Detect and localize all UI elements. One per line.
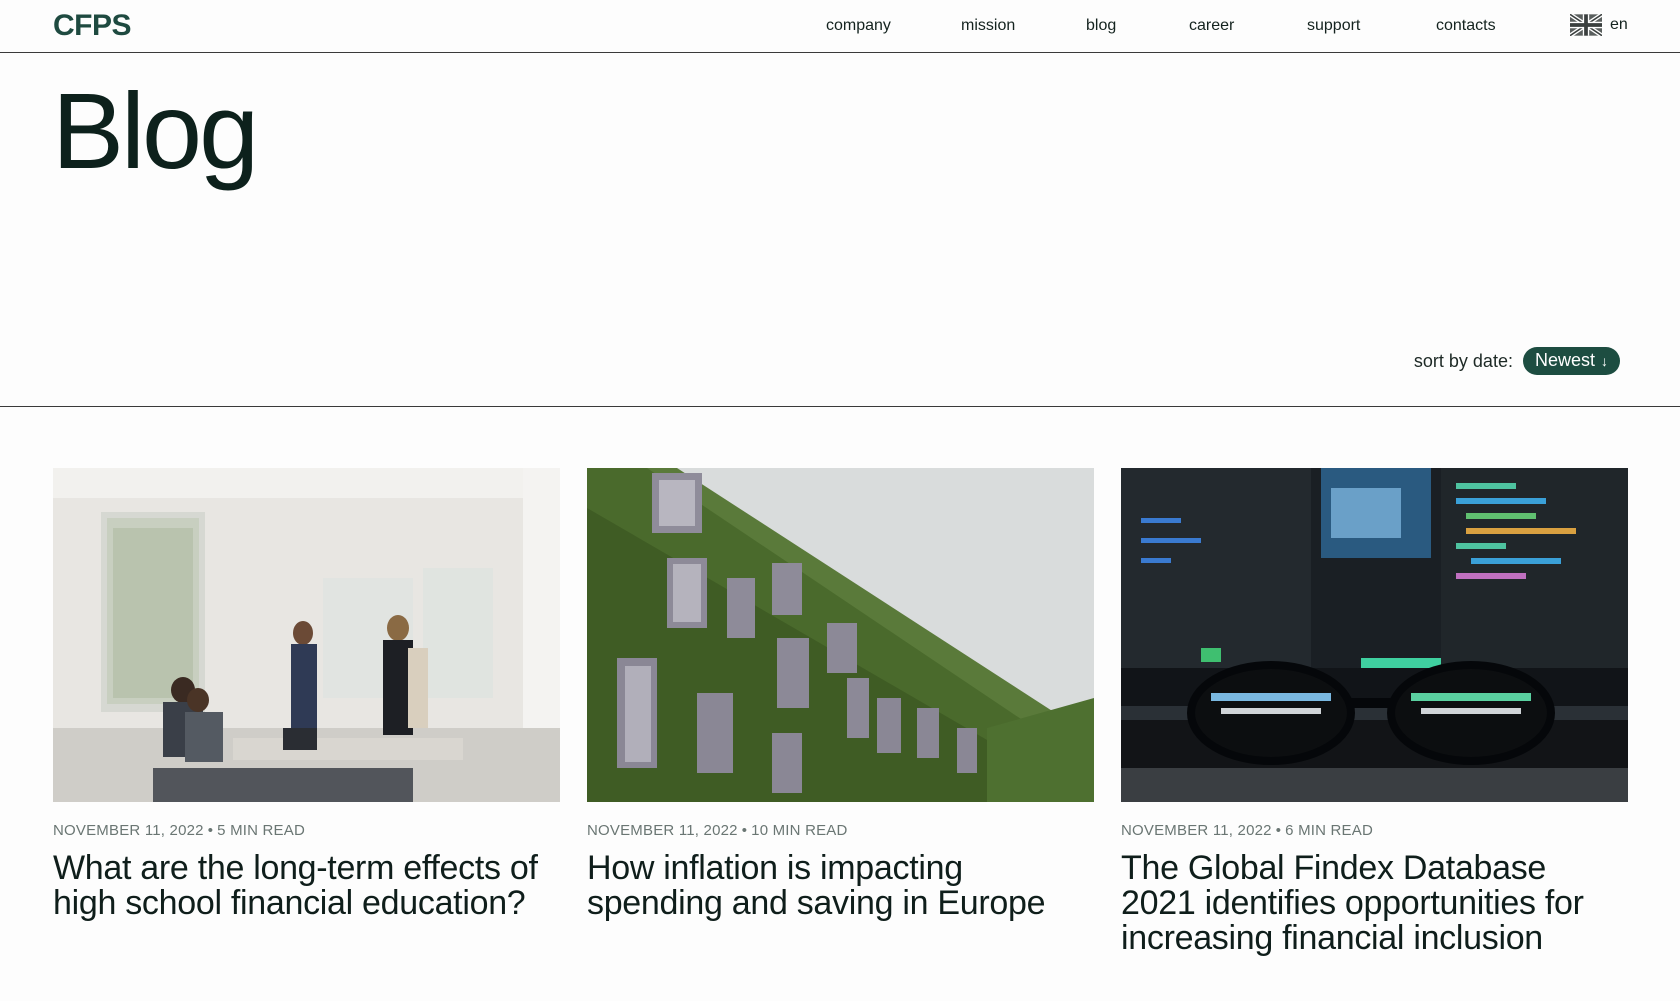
page-title: Blog: [52, 70, 259, 191]
nav-item-career[interactable]: career: [1189, 17, 1234, 35]
nav-item-mission[interactable]: mission: [961, 17, 1015, 35]
separator-dot: •: [207, 822, 214, 839]
separator-dot: •: [1275, 822, 1282, 839]
separator-dot: •: [741, 822, 748, 839]
post-image-code-screen-glasses[interactable]: [1121, 468, 1628, 802]
sort-value: Newest: [1534, 350, 1595, 370]
post-read-time: 6 MIN READ: [1285, 822, 1374, 839]
uk-flag-icon: [1570, 14, 1602, 36]
post-title[interactable]: How inflation is impacting spending and …: [587, 851, 1094, 921]
blog-card[interactable]: NOVEMBER 11, 2022 • 5 MIN READ What are th…: [53, 468, 560, 956]
top-navigation-bar: CFPS company mission blog career support…: [0, 0, 1680, 53]
section-divider: [0, 406, 1680, 407]
nav-item-support[interactable]: support: [1307, 17, 1360, 35]
blog-card[interactable]: NOVEMBER 11, 2022 • 6 MIN READ The Global …: [1121, 468, 1628, 956]
nav-item-blog[interactable]: blog: [1086, 17, 1116, 35]
post-title[interactable]: The Global Findex Database 2021 identifi…: [1121, 851, 1628, 956]
post-date: NOVEMBER 11, 2022: [587, 822, 738, 839]
blog-card[interactable]: NOVEMBER 11, 2022 • 10 MIN READ How inflat…: [587, 468, 1094, 956]
language-label: en: [1610, 16, 1628, 33]
post-date: NOVEMBER 11, 2022: [1121, 822, 1272, 839]
sort-dropdown-button[interactable]: Newest ↓: [1522, 347, 1620, 375]
post-date: NOVEMBER 11, 2022: [53, 822, 204, 839]
sort-label: sort by date:: [1413, 350, 1513, 371]
nav-item-contacts[interactable]: contacts: [1436, 17, 1496, 35]
language-switcher[interactable]: en: [1570, 14, 1628, 36]
post-image-meeting-room[interactable]: [53, 468, 560, 802]
post-image-green-building[interactable]: [587, 468, 1094, 802]
post-meta: NOVEMBER 11, 2022 • 10 MIN READ: [587, 822, 1094, 839]
nav-item-company[interactable]: company: [826, 17, 891, 35]
post-meta: NOVEMBER 11, 2022 • 6 MIN READ: [1121, 822, 1628, 839]
post-read-time: 5 MIN READ: [217, 822, 306, 839]
post-title[interactable]: What are the long-term effects of high s…: [53, 851, 560, 921]
post-meta: NOVEMBER 11, 2022 • 5 MIN READ: [53, 822, 560, 839]
post-read-time: 10 MIN READ: [751, 822, 848, 839]
main-nav: company mission blog career support cont…: [0, 15, 1680, 39]
arrow-down-icon: ↓: [1601, 352, 1608, 369]
blog-post-list: NOVEMBER 11, 2022 • 5 MIN READ What are th…: [53, 468, 1628, 956]
sort-control: sort by date: Newest ↓: [1414, 347, 1620, 375]
